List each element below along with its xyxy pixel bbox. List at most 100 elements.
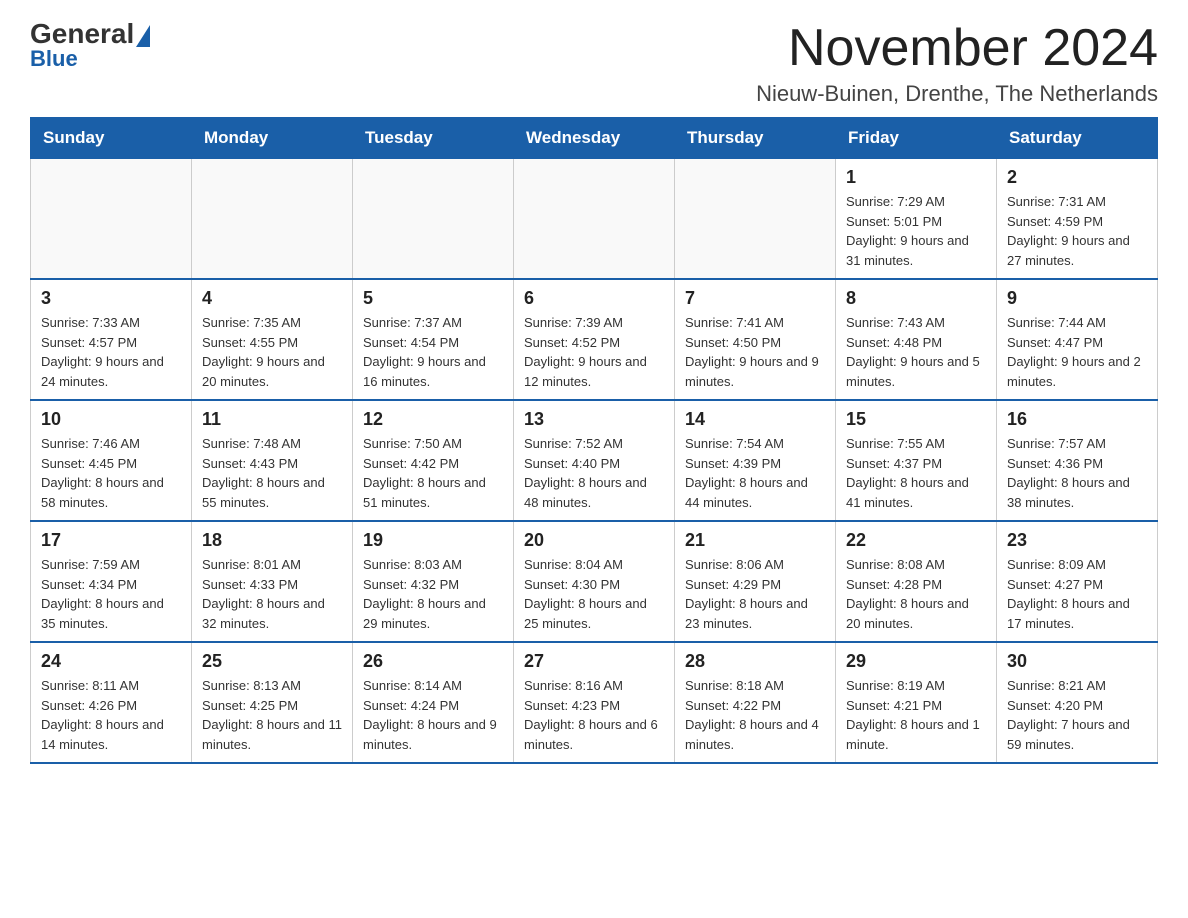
calendar-cell: 29Sunrise: 8:19 AMSunset: 4:21 PMDayligh…	[836, 642, 997, 763]
weekday-header-thursday: Thursday	[675, 118, 836, 159]
day-number: 25	[202, 651, 342, 672]
calendar-cell	[675, 159, 836, 280]
day-number: 21	[685, 530, 825, 551]
day-number: 7	[685, 288, 825, 309]
calendar-cell	[31, 159, 192, 280]
day-number: 20	[524, 530, 664, 551]
day-info: Sunrise: 7:59 AMSunset: 4:34 PMDaylight:…	[41, 555, 181, 633]
calendar-cell: 18Sunrise: 8:01 AMSunset: 4:33 PMDayligh…	[192, 521, 353, 642]
day-info: Sunrise: 8:03 AMSunset: 4:32 PMDaylight:…	[363, 555, 503, 633]
day-info: Sunrise: 7:48 AMSunset: 4:43 PMDaylight:…	[202, 434, 342, 512]
day-info: Sunrise: 8:04 AMSunset: 4:30 PMDaylight:…	[524, 555, 664, 633]
logo-general-text: General	[30, 20, 150, 48]
calendar-cell: 7 Sunrise: 7:41 AMSunset: 4:50 PMDaylight…	[675, 279, 836, 400]
calendar-cell: 28 Sunrise: 8:18 AMSunset: 4:22 PMDayligh…	[675, 642, 836, 763]
weekday-header-wednesday: Wednesday	[514, 118, 675, 159]
calendar-cell: 14 Sunrise: 7:54 AMSunset: 4:39 PMDayligh…	[675, 400, 836, 521]
day-info: Sunrise: 7:57 AMSunset: 4:36 PMDaylight:…	[1007, 434, 1147, 512]
day-info: Sunrise: 7:33 AMSunset: 4:57 PMDaylight:…	[41, 313, 181, 391]
calendar-cell	[514, 159, 675, 280]
day-info: Sunrise: 7:31 AMSunset: 4:59 PMDaylight:…	[1007, 192, 1147, 270]
calendar-cell: 23 Sunrise: 8:09 AMSunset: 4:27 PMDayligh…	[997, 521, 1158, 642]
day-info: Sunrise: 8:11 AMSunset: 4:26 PMDaylight:…	[41, 676, 181, 754]
day-info: Sunrise: 8:16 AMSunset: 4:23 PMDaylight:…	[524, 676, 664, 754]
day-info: Sunrise: 7:41 AMSunset: 4:50 PMDaylight:…	[685, 313, 825, 391]
calendar-cell: 21 Sunrise: 8:06 AMSunset: 4:29 PMDayligh…	[675, 521, 836, 642]
day-info: Sunrise: 8:21 AMSunset: 4:20 PMDaylight:…	[1007, 676, 1147, 754]
day-info: Sunrise: 7:50 AMSunset: 4:42 PMDaylight:…	[363, 434, 503, 512]
day-info: Sunrise: 8:14 AMSunset: 4:24 PMDaylight:…	[363, 676, 503, 754]
day-number: 16	[1007, 409, 1147, 430]
day-number: 10	[41, 409, 181, 430]
calendar-week-row: 17 Sunrise: 7:59 AMSunset: 4:34 PMDayligh…	[31, 521, 1158, 642]
day-number: 3	[41, 288, 181, 309]
month-title: November 2024	[756, 20, 1158, 77]
day-info: Sunrise: 8:06 AMSunset: 4:29 PMDaylight:…	[685, 555, 825, 633]
day-number: 28	[685, 651, 825, 672]
calendar-cell	[192, 159, 353, 280]
calendar-cell: 5 Sunrise: 7:37 AMSunset: 4:54 PMDaylight…	[353, 279, 514, 400]
day-info: Sunrise: 8:18 AMSunset: 4:22 PMDaylight:…	[685, 676, 825, 754]
day-number: 30	[1007, 651, 1147, 672]
day-number: 17	[41, 530, 181, 551]
day-info: Sunrise: 7:46 AMSunset: 4:45 PMDaylight:…	[41, 434, 181, 512]
weekday-header-friday: Friday	[836, 118, 997, 159]
day-number: 24	[41, 651, 181, 672]
day-number: 5	[363, 288, 503, 309]
day-number: 12	[363, 409, 503, 430]
day-info: Sunrise: 8:08 AMSunset: 4:28 PMDaylight:…	[846, 555, 986, 633]
calendar-cell: 15Sunrise: 7:55 AMSunset: 4:37 PMDayligh…	[836, 400, 997, 521]
calendar-header-row: SundayMondayTuesdayWednesdayThursdayFrid…	[31, 118, 1158, 159]
day-info: Sunrise: 7:37 AMSunset: 4:54 PMDaylight:…	[363, 313, 503, 391]
page-header: General Blue November 2024 Nieuw-Buinen,…	[30, 20, 1158, 107]
calendar-cell: 20 Sunrise: 8:04 AMSunset: 4:30 PMDayligh…	[514, 521, 675, 642]
calendar-week-row: 10 Sunrise: 7:46 AMSunset: 4:45 PMDayligh…	[31, 400, 1158, 521]
day-info: Sunrise: 7:43 AMSunset: 4:48 PMDaylight:…	[846, 313, 986, 391]
day-number: 19	[363, 530, 503, 551]
day-number: 23	[1007, 530, 1147, 551]
calendar-cell: 30 Sunrise: 8:21 AMSunset: 4:20 PMDayligh…	[997, 642, 1158, 763]
day-number: 22	[846, 530, 986, 551]
day-number: 6	[524, 288, 664, 309]
calendar-cell: 6 Sunrise: 7:39 AMSunset: 4:52 PMDaylight…	[514, 279, 675, 400]
day-info: Sunrise: 7:44 AMSunset: 4:47 PMDaylight:…	[1007, 313, 1147, 391]
calendar-week-row: 3 Sunrise: 7:33 AMSunset: 4:57 PMDaylight…	[31, 279, 1158, 400]
weekday-header-sunday: Sunday	[31, 118, 192, 159]
calendar-cell: 24 Sunrise: 8:11 AMSunset: 4:26 PMDayligh…	[31, 642, 192, 763]
day-number: 27	[524, 651, 664, 672]
calendar-week-row: 24 Sunrise: 8:11 AMSunset: 4:26 PMDayligh…	[31, 642, 1158, 763]
day-info: Sunrise: 7:39 AMSunset: 4:52 PMDaylight:…	[524, 313, 664, 391]
logo-blue-text: Blue	[30, 46, 78, 72]
day-number: 2	[1007, 167, 1147, 188]
calendar-cell: 13 Sunrise: 7:52 AMSunset: 4:40 PMDayligh…	[514, 400, 675, 521]
day-number: 14	[685, 409, 825, 430]
day-info: Sunrise: 8:01 AMSunset: 4:33 PMDaylight:…	[202, 555, 342, 633]
day-info: Sunrise: 7:35 AMSunset: 4:55 PMDaylight:…	[202, 313, 342, 391]
day-info: Sunrise: 7:52 AMSunset: 4:40 PMDaylight:…	[524, 434, 664, 512]
calendar-cell: 16 Sunrise: 7:57 AMSunset: 4:36 PMDayligh…	[997, 400, 1158, 521]
location-title: Nieuw-Buinen, Drenthe, The Netherlands	[756, 81, 1158, 107]
calendar-cell: 10 Sunrise: 7:46 AMSunset: 4:45 PMDayligh…	[31, 400, 192, 521]
calendar-cell: 27 Sunrise: 8:16 AMSunset: 4:23 PMDayligh…	[514, 642, 675, 763]
logo-triangle-icon	[136, 25, 150, 47]
calendar-cell: 22 Sunrise: 8:08 AMSunset: 4:28 PMDayligh…	[836, 521, 997, 642]
calendar-cell: 19 Sunrise: 8:03 AMSunset: 4:32 PMDayligh…	[353, 521, 514, 642]
calendar-cell: 11 Sunrise: 7:48 AMSunset: 4:43 PMDayligh…	[192, 400, 353, 521]
calendar-cell: 4 Sunrise: 7:35 AMSunset: 4:55 PMDaylight…	[192, 279, 353, 400]
day-number: 4	[202, 288, 342, 309]
day-info: Sunrise: 7:55 AMSunset: 4:37 PMDaylight:…	[846, 434, 986, 512]
day-info: Sunrise: 7:54 AMSunset: 4:39 PMDaylight:…	[685, 434, 825, 512]
weekday-header-monday: Monday	[192, 118, 353, 159]
day-number: 11	[202, 409, 342, 430]
day-info: Sunrise: 8:19 AMSunset: 4:21 PMDaylight:…	[846, 676, 986, 754]
day-number: 1	[846, 167, 986, 188]
day-number: 13	[524, 409, 664, 430]
logo: General Blue	[30, 20, 150, 72]
calendar-cell: 3 Sunrise: 7:33 AMSunset: 4:57 PMDaylight…	[31, 279, 192, 400]
calendar-cell: 17 Sunrise: 7:59 AMSunset: 4:34 PMDayligh…	[31, 521, 192, 642]
calendar-cell: 12 Sunrise: 7:50 AMSunset: 4:42 PMDayligh…	[353, 400, 514, 521]
day-info: Sunrise: 8:09 AMSunset: 4:27 PMDaylight:…	[1007, 555, 1147, 633]
calendar-cell: 26Sunrise: 8:14 AMSunset: 4:24 PMDayligh…	[353, 642, 514, 763]
calendar-table: SundayMondayTuesdayWednesdayThursdayFrid…	[30, 117, 1158, 764]
calendar-week-row: 1Sunrise: 7:29 AMSunset: 5:01 PMDaylight…	[31, 159, 1158, 280]
